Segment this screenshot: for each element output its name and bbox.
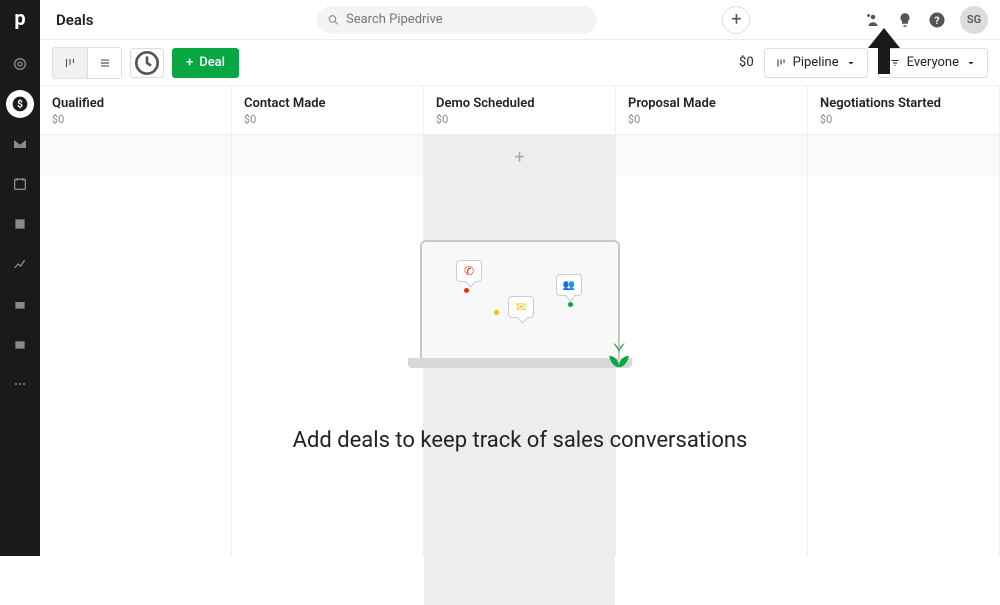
- stage-name: Negotiations Started: [820, 96, 987, 111]
- svg-text:?: ?: [934, 13, 939, 26]
- nav-mail[interactable]: [0, 124, 40, 164]
- stage-amount: $0: [628, 113, 795, 126]
- stage-name: Qualified: [52, 96, 219, 111]
- stage-column: Negotiations Started $0: [808, 86, 1000, 556]
- stage-header[interactable]: Contact Made $0: [232, 86, 423, 135]
- arrow-up-icon: [866, 28, 902, 74]
- stage-name: Proposal Made: [628, 96, 795, 111]
- add-person-icon: [864, 11, 882, 29]
- store-icon: [12, 336, 28, 352]
- stage-amount: $0: [52, 113, 219, 126]
- dollar-icon: $: [12, 96, 28, 112]
- forecast-icon: [131, 47, 163, 79]
- stage-amount: $0: [436, 113, 603, 126]
- stage-column: Qualified $0: [40, 86, 232, 556]
- stage-header[interactable]: Proposal Made $0: [616, 86, 807, 135]
- view-toggle: [52, 47, 122, 79]
- pipeline-selector[interactable]: Pipeline: [764, 48, 868, 78]
- chart-icon: [12, 256, 28, 272]
- global-add-button[interactable]: +: [722, 6, 750, 34]
- search-container[interactable]: [317, 6, 597, 34]
- top-header: Deals + ? SG: [40, 0, 1000, 40]
- nav-activities[interactable]: [0, 164, 40, 204]
- forecast-view-button[interactable]: [130, 48, 164, 78]
- more-icon: [12, 376, 28, 392]
- page-title: Deals: [56, 11, 94, 29]
- help-button[interactable]: ?: [928, 11, 946, 29]
- stage-amount: $0: [820, 113, 987, 126]
- deals-total: $0: [739, 55, 754, 70]
- nav-insights[interactable]: [0, 244, 40, 284]
- stage-name: Demo Scheduled: [436, 96, 603, 111]
- list-view-button[interactable]: [87, 48, 121, 78]
- chevron-down-icon: [845, 57, 857, 69]
- target-icon: [12, 56, 28, 72]
- invite-users-button[interactable]: [864, 11, 882, 29]
- stage-column: Demo Scheduled $0 +: [424, 86, 616, 556]
- pipeline-view-button[interactable]: [53, 48, 87, 78]
- pipeline-label: Pipeline: [793, 55, 839, 70]
- lightbulb-icon: [896, 11, 914, 29]
- box-icon: [12, 296, 28, 312]
- kanban-icon: [63, 56, 77, 70]
- sales-assistant-button[interactable]: [896, 11, 914, 29]
- help-icon: ?: [928, 11, 946, 29]
- stage-amount: $0: [244, 113, 411, 126]
- stage-column: Contact Made $0: [232, 86, 424, 556]
- list-icon: [98, 56, 112, 70]
- add-deal-button[interactable]: + Deal: [172, 48, 239, 78]
- app-logo[interactable]: p: [8, 6, 32, 30]
- nav-contacts[interactable]: [0, 204, 40, 244]
- contacts-icon: [12, 216, 28, 232]
- stage-header[interactable]: Demo Scheduled $0: [424, 86, 615, 135]
- pipeline-board: Qualified $0 Contact Made $0 Demo Schedu…: [40, 86, 1000, 556]
- left-sidebar: p $: [0, 0, 40, 556]
- add-deal-placeholder[interactable]: +: [514, 147, 524, 168]
- svg-text:$: $: [17, 97, 23, 110]
- stage-name: Contact Made: [244, 96, 411, 111]
- plus-icon: +: [186, 55, 193, 70]
- calendar-icon: [12, 176, 28, 192]
- nav-deals[interactable]: $: [6, 90, 34, 118]
- deal-button-label: Deal: [199, 55, 225, 70]
- search-icon: [327, 13, 340, 27]
- owner-filter-label: Everyone: [907, 55, 959, 70]
- tutorial-arrow: [866, 28, 902, 78]
- stage-column: Proposal Made $0: [616, 86, 808, 556]
- nav-products[interactable]: [0, 284, 40, 324]
- kanban-icon: [775, 57, 787, 69]
- nav-leads[interactable]: [0, 44, 40, 84]
- user-avatar[interactable]: SG: [960, 6, 988, 34]
- nav-more[interactable]: [0, 364, 40, 404]
- stage-header[interactable]: Qualified $0: [40, 86, 231, 135]
- nav-marketplace[interactable]: [0, 324, 40, 364]
- stage-header[interactable]: Negotiations Started $0: [808, 86, 999, 135]
- toolbar: + Deal $0 Pipeline Everyone: [40, 40, 1000, 86]
- search-input[interactable]: [346, 12, 587, 27]
- chevron-down-icon: [965, 57, 977, 69]
- mail-icon: [12, 136, 28, 152]
